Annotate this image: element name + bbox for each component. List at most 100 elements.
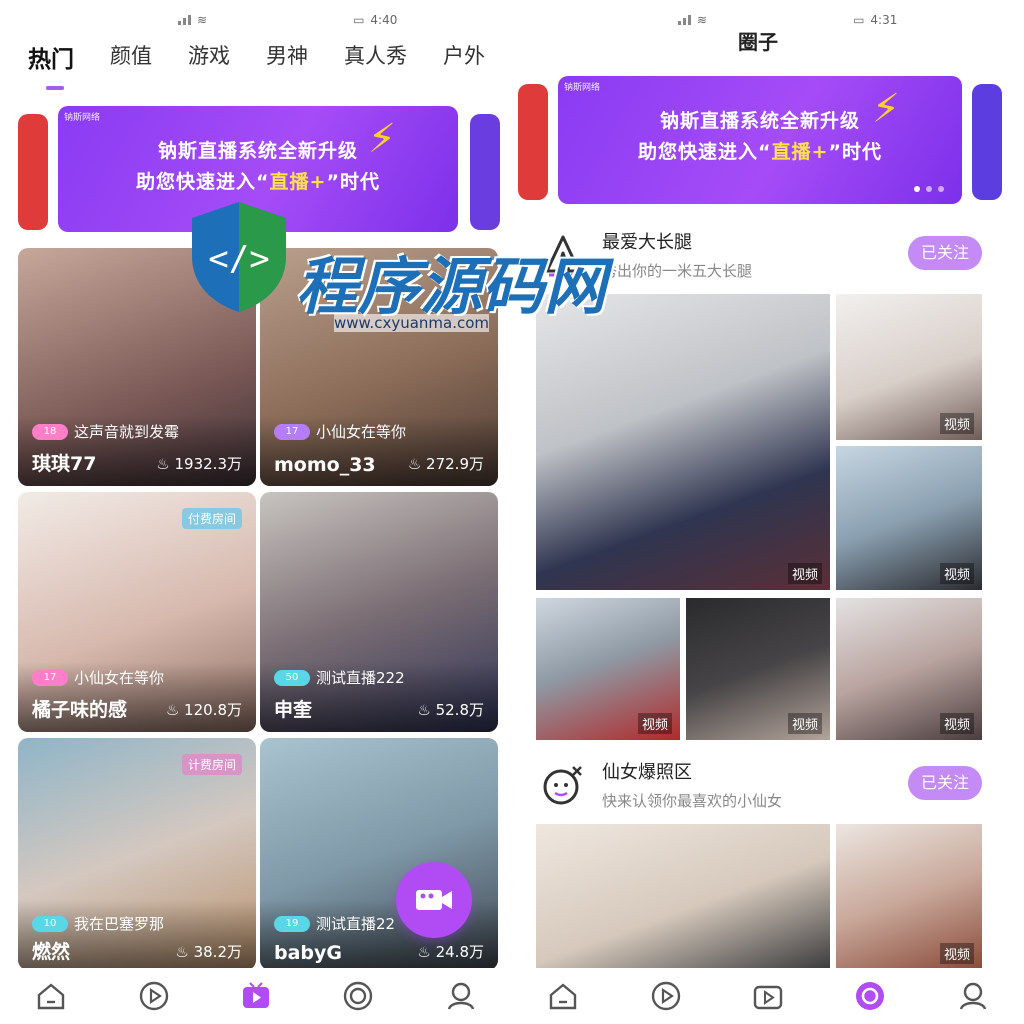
circle-icon xyxy=(856,982,885,1010)
video-thumb[interactable]: 视频 xyxy=(836,598,982,740)
nav-circle[interactable] xyxy=(340,978,376,1014)
follow-button[interactable]: 已关注 xyxy=(908,766,982,800)
live-card[interactable]: 付费房间 17 小仙女在等你 橘子味的感 ♨ 120.8万 xyxy=(18,492,256,732)
video-label: 视频 xyxy=(939,943,974,964)
wifi-icon: ≋ xyxy=(697,13,708,27)
card-level: 50 测试直播222 xyxy=(274,667,405,688)
card-heat: ♨ 120.8万 xyxy=(165,701,242,719)
card-desc: 这声音就到发霉 xyxy=(74,423,180,441)
video-thumb[interactable]: 视频 xyxy=(836,294,982,440)
play-icon xyxy=(139,981,168,1011)
tab-male[interactable]: 男神 xyxy=(266,40,308,74)
video-thumb[interactable]: 视频 xyxy=(536,598,680,740)
banner-line1: 钠斯直播系统全新升级 xyxy=(659,110,860,132)
banner-line1: 钠斯直播系统全新升级 xyxy=(157,140,358,162)
nav-profile[interactable] xyxy=(443,978,479,1014)
nav-profile[interactable] xyxy=(955,978,991,1014)
card-heat: ♨ 52.8万 xyxy=(417,701,484,719)
card-name: babyG xyxy=(274,942,343,964)
signal-icon xyxy=(678,15,691,25)
promo-banner[interactable]: 钠斯网络 钠斯直播系统全新升级 助您快速进入“直播+”时代 ⚡ xyxy=(558,76,962,204)
video-camera-icon xyxy=(416,890,452,910)
room-tag: 付费房间 xyxy=(181,508,242,529)
nav-live[interactable] xyxy=(238,978,274,1014)
nav-play[interactable] xyxy=(136,978,172,1014)
battery-icon: ▭ xyxy=(853,13,865,27)
start-live-button[interactable] xyxy=(396,862,472,938)
lightning-icon: ⚡ xyxy=(367,116,396,162)
card-level: 19 测试直播22 xyxy=(274,913,395,934)
video-thumb[interactable]: 视频 xyxy=(686,598,830,740)
card-level: 17 小仙女在等你 xyxy=(274,421,406,442)
live-icon xyxy=(242,982,269,1008)
level-badge: 50 xyxy=(274,669,310,686)
tab-indicator xyxy=(46,86,64,90)
card-desc: 我在巴塞罗那 xyxy=(74,915,165,933)
promo-banner[interactable]: 钠斯网络 钠斯直播系统全新升级 助您快速进入“直播+”时代 ⚡ xyxy=(58,106,458,232)
banner-line2: 助您快速进入“直播+”时代 xyxy=(136,171,380,193)
card-heat: ♨ 38.2万 xyxy=(175,943,242,961)
card-level: 10 我在巴塞罗那 xyxy=(32,913,164,934)
level-badge: 18 xyxy=(32,423,68,440)
wifi-icon: ≋ xyxy=(197,13,208,27)
nav-home[interactable] xyxy=(33,978,69,1014)
video-thumb[interactable]: 视频 xyxy=(836,446,982,590)
hot-screen: ≋ ▭ 4:40 热门 颜值 游戏 男神 真人秀 户外 钠斯网络 钠斯直播系统全… xyxy=(0,0,512,1024)
card-desc: 小仙女在等你 xyxy=(316,423,407,441)
level-badge: 10 xyxy=(32,915,68,932)
level-badge: 19 xyxy=(274,915,310,932)
circle-icon xyxy=(344,981,373,1011)
battery-icon: ▭ xyxy=(353,13,365,27)
nav-live[interactable] xyxy=(750,978,786,1014)
section-title: 最爱大长腿 xyxy=(602,232,692,253)
brand-logo: 钠斯网络 xyxy=(564,83,601,93)
banner-line2: 助您快速进入“直播+”时代 xyxy=(638,141,882,163)
status-time: 4:40 xyxy=(370,13,398,27)
tab-hot[interactable]: 热门 xyxy=(28,40,74,74)
card-name: 琪琪77 xyxy=(32,453,97,475)
live-card[interactable]: 18 这声音就到发霉 琪琪77 ♨ 1932.3万 xyxy=(18,248,256,486)
home-icon xyxy=(549,983,577,1010)
bottom-nav xyxy=(0,968,512,1024)
fairy-face-icon xyxy=(538,760,588,810)
tab-outdoor[interactable]: 户外 xyxy=(443,40,485,74)
video-thumb[interactable] xyxy=(536,824,830,970)
live-card[interactable]: 17 小仙女在等你 momo_33 ♨ 272.9万 xyxy=(260,248,498,486)
live-card[interactable]: 19 测试直播22 babyG ♨ 24.8万 xyxy=(260,738,498,970)
card-name: momo_33 xyxy=(274,454,376,476)
card-heat: ♨ 24.8万 xyxy=(417,943,484,961)
tab-game[interactable]: 游戏 xyxy=(188,40,230,74)
carousel-dots xyxy=(914,186,944,192)
video-label: 视频 xyxy=(939,713,974,734)
card-name: 申奎 xyxy=(274,699,313,721)
section-subtitle: 秀出你的一米五大长腿 xyxy=(602,262,753,280)
tab-reality[interactable]: 真人秀 xyxy=(344,40,407,74)
live-card[interactable]: 50 测试直播222 申奎 ♨ 52.8万 xyxy=(260,492,498,732)
banner-next-peek xyxy=(470,114,500,230)
video-thumb[interactable]: 视频 xyxy=(536,294,830,590)
category-tabs: 热门 颜值 游戏 男神 真人秀 户外 xyxy=(28,40,485,74)
nav-play[interactable] xyxy=(648,978,684,1014)
video-thumb[interactable]: 视频 xyxy=(836,824,982,970)
lightning-icon: ⚡ xyxy=(871,86,900,132)
video-label: 视频 xyxy=(637,713,672,734)
section-title: 仙女爆照区 xyxy=(602,762,692,783)
brand-logo: 钠斯网络 xyxy=(64,113,101,123)
home-icon xyxy=(37,983,65,1010)
follow-button[interactable]: 已关注 xyxy=(908,236,982,270)
card-level: 18 这声音就到发霉 xyxy=(32,421,179,442)
profile-icon xyxy=(959,982,986,1010)
circle-section-header[interactable]: 最爱大长腿 秀出你的一米五大长腿 xyxy=(538,228,752,281)
status-time: 4:31 xyxy=(870,13,898,27)
card-heat: ♨ 1932.3万 xyxy=(156,455,242,473)
video-label: 视频 xyxy=(787,713,822,734)
nav-home[interactable] xyxy=(545,978,581,1014)
banner-next-peek xyxy=(972,84,1002,200)
live-card[interactable]: 计费房间 10 我在巴塞罗那 燃然 ♨ 38.2万 xyxy=(18,738,256,970)
tab-looks[interactable]: 颜值 xyxy=(110,40,152,74)
nav-circle[interactable] xyxy=(852,978,888,1014)
circle-section-header[interactable]: 仙女爆照区 快来认领你最喜欢的小仙女 xyxy=(538,758,782,811)
card-level: 17 小仙女在等你 xyxy=(32,667,164,688)
status-bar-left: ≋ ▭ 4:40 xyxy=(178,10,397,30)
play-icon xyxy=(651,981,680,1011)
